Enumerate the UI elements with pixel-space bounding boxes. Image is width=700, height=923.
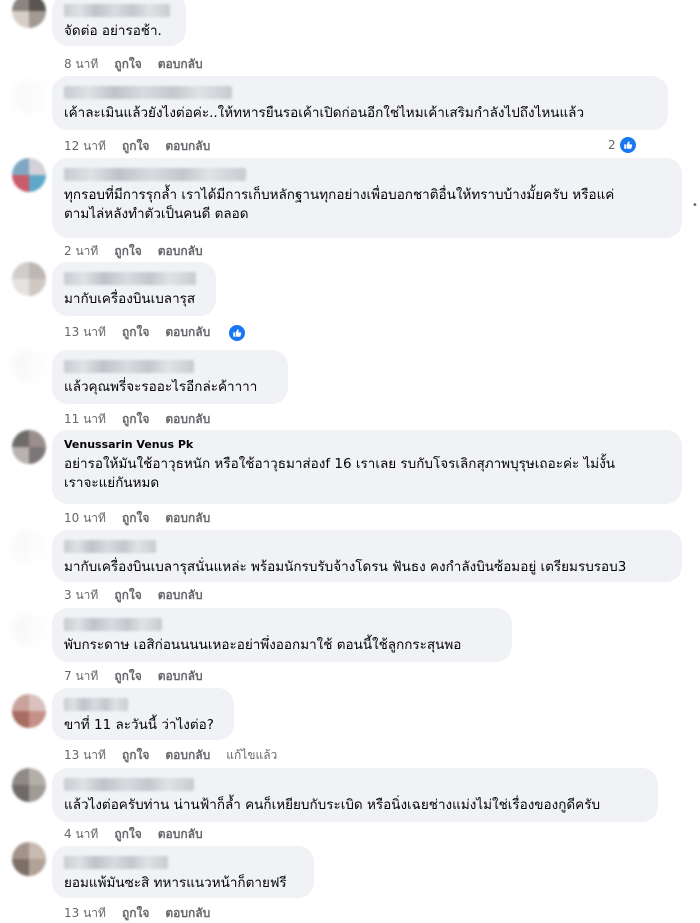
reply-button[interactable]: ตอบกลับ bbox=[158, 242, 203, 261]
comment-text: อย่ารอให้มันใช้อาวุธหนัก หรือใช้อาวุธมาส… bbox=[64, 456, 616, 491]
comment-text: มากับเครื่องบินเบลารุสนั่นแหล่ะ พร้อมนัก… bbox=[64, 559, 627, 575]
timestamp[interactable]: 13 นาที bbox=[64, 904, 106, 923]
comment-bubble: แล้วคุณพรี่จะรออะไรอีกล่ะค้าาาา bbox=[52, 350, 288, 404]
like-button[interactable]: ถูกใจ bbox=[122, 746, 149, 765]
like-button[interactable]: ถูกใจ bbox=[114, 667, 141, 686]
comment-actions: 8 นาที ถูกใจ ตอบกลับ bbox=[64, 55, 203, 74]
comment-actions: 11 นาที ถูกใจ ตอบกลับ bbox=[64, 410, 210, 429]
reply-button[interactable]: ตอบกลับ bbox=[165, 323, 210, 342]
like-button[interactable]: ถูกใจ bbox=[114, 825, 141, 844]
avatar[interactable] bbox=[12, 842, 46, 876]
comment-actions: 10 นาที ถูกใจ ตอบกลับ bbox=[64, 509, 210, 528]
reaction-count[interactable]: 2 bbox=[608, 136, 637, 154]
comment-actions: 4 นาที ถูกใจ ตอบกลับ bbox=[64, 825, 203, 844]
author-name-blurred[interactable] bbox=[64, 540, 156, 553]
reply-button[interactable]: ตอบกลับ bbox=[158, 55, 203, 74]
avatar[interactable] bbox=[12, 0, 46, 28]
edited-label[interactable]: แก้ไขแล้ว bbox=[226, 746, 277, 765]
comment-bubble: ทุกรอบที่มีการรุกล้ำ เราได้มีการเก็บหลัก… bbox=[52, 158, 682, 238]
comment-text: พับกระดาษ เอสิก่อนนนนเหอะอย่าพึ่งออกมาใช… bbox=[64, 637, 462, 653]
timestamp[interactable]: 13 นาที bbox=[64, 746, 106, 765]
like-button[interactable]: ถูกใจ bbox=[122, 410, 149, 429]
like-button[interactable]: ถูกใจ bbox=[114, 242, 141, 261]
avatar[interactable] bbox=[12, 694, 46, 728]
reply-button[interactable]: ตอบกลับ bbox=[158, 667, 203, 686]
comment-bubble: มากับเครื่องบินเบลารุสนั่นแหล่ะ พร้อมนัก… bbox=[52, 530, 682, 582]
comment-text: ยอมแพ้มันซะสิ ทหารแนวหน้าก็ตายฟรี bbox=[64, 875, 287, 891]
comment-bubble: จัดต่อ อย่ารอช้า. bbox=[52, 0, 186, 46]
timestamp[interactable]: 8 นาที bbox=[64, 55, 98, 74]
comment-actions: 7 นาที ถูกใจ ตอบกลับ bbox=[64, 667, 203, 686]
comment-text: แล้วคุณพรี่จะรออะไรอีกล่ะค้าาาา bbox=[64, 379, 258, 395]
avatar[interactable] bbox=[12, 350, 46, 384]
avatar[interactable] bbox=[12, 158, 46, 192]
like-reaction-icon bbox=[618, 136, 637, 154]
timestamp[interactable]: 2 นาที bbox=[64, 242, 98, 261]
avatar[interactable] bbox=[12, 430, 46, 464]
timestamp[interactable]: 7 นาที bbox=[64, 667, 98, 686]
more-options-icon[interactable]: • bbox=[692, 200, 698, 211]
author-name-blurred[interactable] bbox=[64, 698, 128, 711]
author-name-blurred[interactable] bbox=[64, 272, 196, 285]
reaction-count-value: 2 bbox=[608, 138, 616, 152]
comment-actions: 2 นาที ถูกใจ ตอบกลับ bbox=[64, 242, 203, 261]
like-button[interactable]: ถูกใจ bbox=[122, 904, 149, 923]
timestamp[interactable]: 13 นาที bbox=[64, 323, 106, 342]
avatar[interactable] bbox=[12, 262, 46, 296]
author-name[interactable]: Venussarin Venus Pk bbox=[64, 438, 670, 452]
comment-text: มากับเครื่องบินเบลารุส bbox=[64, 291, 196, 307]
author-name-blurred[interactable] bbox=[64, 86, 232, 99]
author-name-blurred[interactable] bbox=[64, 168, 246, 181]
timestamp[interactable]: 4 นาที bbox=[64, 825, 98, 844]
author-name-blurred[interactable] bbox=[64, 618, 162, 631]
comment-bubble: เค้าละเมินแล้วยังไงต่อค่ะ..ให้ทหารยืนรอเ… bbox=[52, 76, 668, 130]
like-button[interactable]: ถูกใจ bbox=[114, 55, 141, 74]
comment-text: แล้วไงต่อครับท่าน น่านฟ้าก็ล้ำ คนก็เหยีย… bbox=[64, 797, 601, 813]
like-button[interactable]: ถูกใจ bbox=[122, 509, 149, 528]
comment-bubble: Venussarin Venus Pk อย่ารอให้มันใช้อาวุธ… bbox=[52, 430, 682, 504]
comment-bubble: พับกระดาษ เอสิก่อนนนนเหอะอย่าพึ่งออกมาใช… bbox=[52, 608, 512, 662]
comment-actions: 13 นาที ถูกใจ ตอบกลับ แก้ไขแล้ว bbox=[64, 746, 277, 765]
timestamp[interactable]: 3 นาที bbox=[64, 586, 98, 605]
author-name-blurred[interactable] bbox=[64, 360, 194, 373]
comment-text: ทุกรอบที่มีการรุกล้ำ เราได้มีการเก็บหลัก… bbox=[64, 187, 615, 222]
comment-text: ขาที่ 11 ละวันนี้ ว่าไงต่อ? bbox=[64, 717, 214, 733]
comment-text: จัดต่อ อย่ารอช้า. bbox=[64, 23, 162, 39]
reply-button[interactable]: ตอบกลับ bbox=[165, 746, 210, 765]
reply-button[interactable]: ตอบกลับ bbox=[165, 509, 210, 528]
reply-button[interactable]: ตอบกลับ bbox=[158, 825, 203, 844]
comment-actions: 13 นาที ถูกใจ ตอบกลับ bbox=[64, 904, 210, 923]
timestamp[interactable]: 10 นาที bbox=[64, 509, 106, 528]
timestamp[interactable]: 12 นาที bbox=[64, 137, 106, 156]
author-name-blurred[interactable] bbox=[64, 4, 170, 17]
reply-button[interactable]: ตอบกลับ bbox=[165, 137, 210, 156]
comment-actions: 12 นาที ถูกใจ ตอบกลับ bbox=[64, 137, 210, 156]
avatar[interactable] bbox=[12, 614, 46, 648]
comment-actions: 3 นาที ถูกใจ ตอบกลับ bbox=[64, 586, 203, 605]
comment-bubble: มากับเครื่องบินเบลารุส bbox=[52, 262, 216, 316]
like-button[interactable]: ถูกใจ bbox=[114, 586, 141, 605]
comment-bubble: ขาที่ 11 ละวันนี้ ว่าไงต่อ? bbox=[52, 688, 234, 740]
timestamp[interactable]: 11 นาที bbox=[64, 410, 106, 429]
like-button[interactable]: ถูกใจ bbox=[122, 323, 149, 342]
reply-button[interactable]: ตอบกลับ bbox=[165, 904, 210, 923]
author-name-blurred[interactable] bbox=[64, 778, 194, 791]
avatar[interactable] bbox=[12, 768, 46, 802]
avatar[interactable] bbox=[12, 530, 46, 564]
comment-actions: 13 นาที ถูกใจ ตอบกลับ bbox=[64, 323, 247, 342]
avatar[interactable] bbox=[12, 80, 46, 114]
reply-button[interactable]: ตอบกลับ bbox=[165, 410, 210, 429]
comment-bubble: ยอมแพ้มันซะสิ ทหารแนวหน้าก็ตายฟรี bbox=[52, 846, 314, 898]
author-name-blurred[interactable] bbox=[64, 856, 168, 869]
reply-button[interactable]: ตอบกลับ bbox=[158, 586, 203, 605]
like-reaction-icon[interactable] bbox=[228, 323, 247, 342]
comment-bubble: แล้วไงต่อครับท่าน น่านฟ้าก็ล้ำ คนก็เหยีย… bbox=[52, 768, 658, 822]
comment-text: เค้าละเมินแล้วยังไงต่อค่ะ..ให้ทหารยืนรอเ… bbox=[64, 105, 585, 121]
like-button[interactable]: ถูกใจ bbox=[122, 137, 149, 156]
